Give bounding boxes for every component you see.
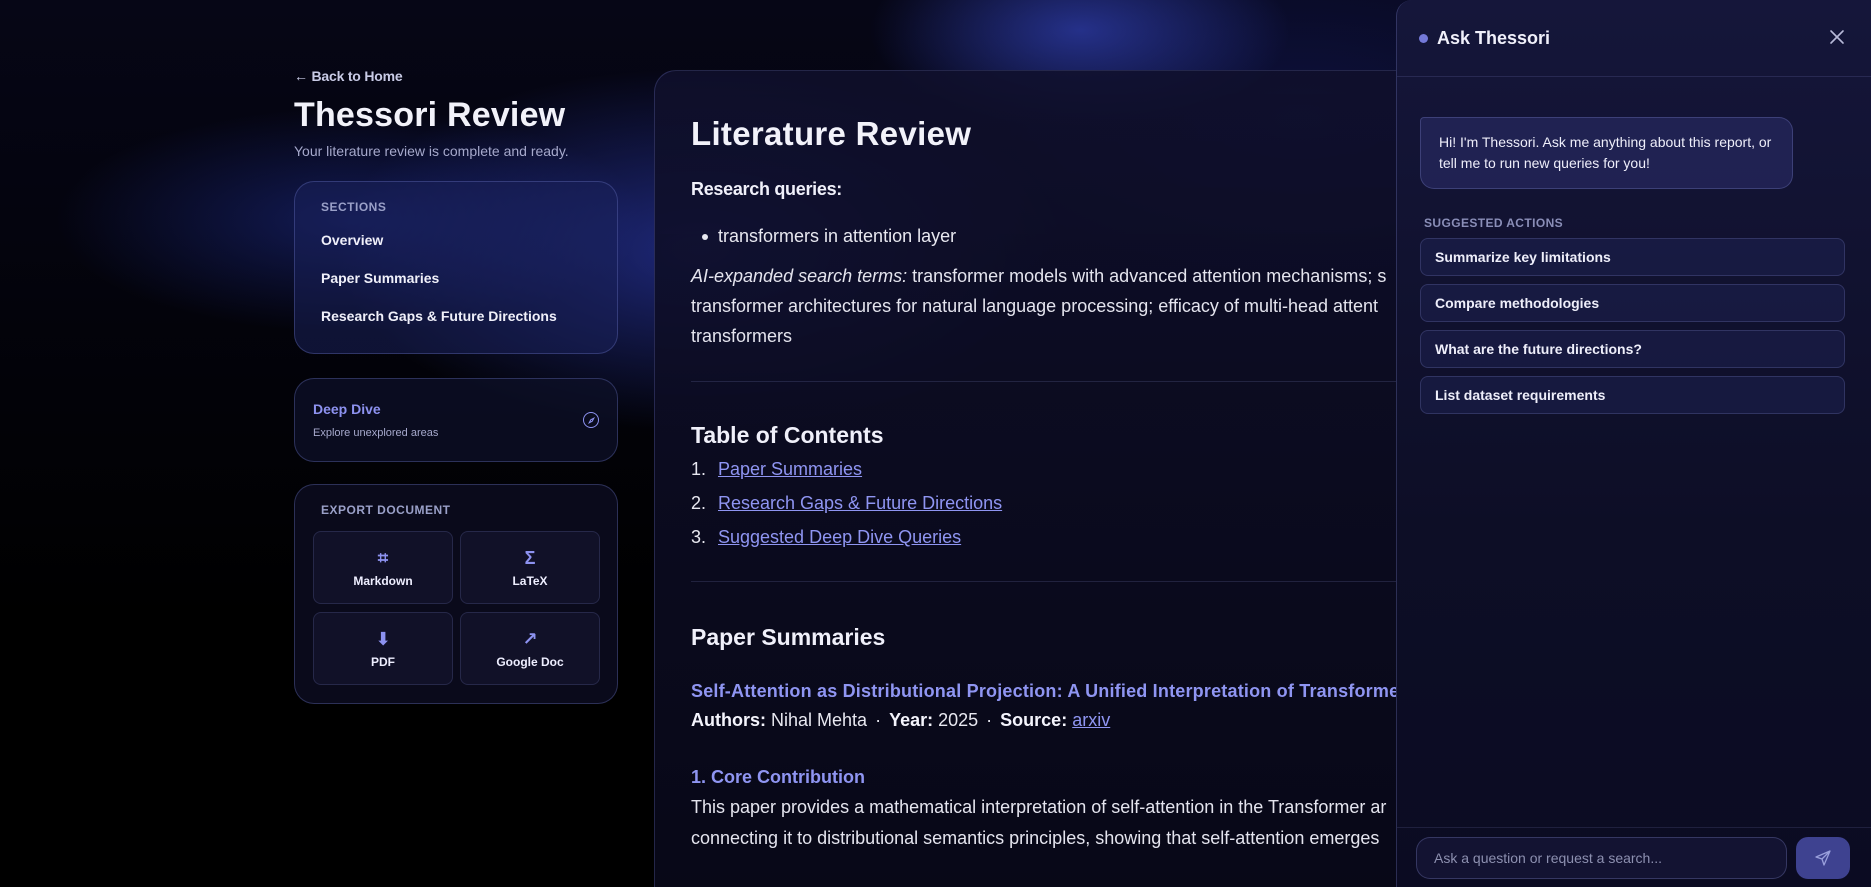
paper-title[interactable]: Self-Attention as Distributional Project… xyxy=(691,681,1413,702)
markdown-icon: ⌗ xyxy=(377,547,389,568)
external-link-icon: ↗ xyxy=(522,628,538,649)
document-title: Literature Review xyxy=(691,115,972,152)
toc-link-research-gaps[interactable]: Research Gaps & Future Directions xyxy=(718,493,1002,513)
toc-link-deep-dive-queries[interactable]: Suggested Deep Dive Queries xyxy=(718,527,961,547)
section-item-research-gaps[interactable]: Research Gaps & Future Directions xyxy=(321,304,591,328)
meta-separator: · xyxy=(986,710,993,730)
source-link[interactable]: arxiv xyxy=(1072,710,1110,730)
export-pdf-label: PDF xyxy=(371,654,395,669)
toc-item: 3. Suggested Deep Dive Queries xyxy=(691,527,1413,551)
suggested-actions-label: SUGGESTED ACTIONS xyxy=(1424,216,1564,230)
chat-title: Ask Thessori xyxy=(1437,27,1551,48)
suggestion-compare-methodologies[interactable]: Compare methodologies xyxy=(1420,284,1845,322)
send-button[interactable] xyxy=(1796,836,1850,879)
expanded-terms: AI-expanded search terms: transformer mo… xyxy=(691,261,1413,351)
section-item-paper-summaries[interactable]: Paper Summaries xyxy=(321,266,591,290)
paper-summaries-heading: Paper Summaries xyxy=(691,624,886,650)
deep-dive-subtitle: Explore unexplored areas xyxy=(313,427,439,439)
status-dot-icon xyxy=(1419,33,1428,43)
expanded-terms-label: AI-expanded search terms: xyxy=(691,266,908,286)
compass-icon xyxy=(583,412,599,428)
document-panel: Literature Review Research queries: tran… xyxy=(654,70,1414,887)
page-subtitle: Your literature review is complete and r… xyxy=(294,143,569,159)
sections-label: SECTIONS xyxy=(321,200,387,214)
expanded-terms-line2: transformer architectures for natural la… xyxy=(691,296,1379,316)
sections-card: SECTIONS Overview Paper Summaries Resear… xyxy=(294,181,618,354)
authors-label: Authors: xyxy=(691,710,766,730)
divider xyxy=(691,381,1413,382)
export-google-doc-label: Google Doc xyxy=(496,654,564,669)
assistant-message: Hi! I'm Thessori. Ask me anything about … xyxy=(1420,117,1793,189)
core-contribution-heading: 1. Core Contribution xyxy=(691,767,865,787)
year-value: 2025 xyxy=(938,710,979,730)
back-to-home-link[interactable]: ← Back to Home xyxy=(294,68,618,84)
core-contribution-text: This paper provides a mathematical inter… xyxy=(691,792,1413,854)
export-markdown-button[interactable]: ⌗ Markdown xyxy=(313,531,453,604)
source-label: Source: xyxy=(1000,710,1068,730)
divider xyxy=(691,581,1413,582)
export-google-doc-button[interactable]: ↗ Google Doc xyxy=(460,612,600,685)
toc-item: 1. Paper Summaries xyxy=(691,459,1413,483)
chat-footer xyxy=(1397,827,1871,887)
section-item-overview[interactable]: Overview xyxy=(321,228,591,252)
export-markdown-label: Markdown xyxy=(353,573,413,588)
export-latex-label: LaTeX xyxy=(512,573,548,588)
toc-number: 2. xyxy=(691,493,707,513)
chat-header: Ask Thessori xyxy=(1397,0,1871,77)
year-label: Year: xyxy=(889,710,934,730)
research-queries-label: Research queries: xyxy=(691,179,842,199)
suggestion-summarize-limitations[interactable]: Summarize key limitations xyxy=(1420,238,1845,276)
download-icon: ⬇ xyxy=(375,628,391,649)
expanded-terms-line1: transformer models with advanced attenti… xyxy=(907,266,1387,286)
suggestion-future-directions[interactable]: What are the future directions? xyxy=(1420,330,1845,368)
chat-title-wrap: Ask Thessori xyxy=(1419,28,1550,49)
expanded-terms-line3: transformers xyxy=(691,326,793,346)
meta-separator: · xyxy=(875,710,882,730)
chat-input[interactable] xyxy=(1416,836,1787,879)
export-grid: ⌗ Markdown Σ LaTeX ⬇ PDF ↗ Google Doc xyxy=(313,531,600,685)
export-latex-button[interactable]: Σ LaTeX xyxy=(460,531,600,604)
send-icon xyxy=(1815,849,1831,866)
left-sidebar: ← Back to Home Thessori Review Your lite… xyxy=(294,68,618,704)
deep-dive-title: Deep Dive xyxy=(313,401,381,417)
body-line2: connecting it to distributional semantic… xyxy=(691,828,1380,848)
toc-number: 1. xyxy=(691,459,707,479)
export-card: EXPORT DOCUMENT ⌗ Markdown Σ LaTeX ⬇ PDF… xyxy=(294,484,618,704)
toc-item: 2. Research Gaps & Future Directions xyxy=(691,493,1413,517)
export-pdf-button[interactable]: ⬇ PDF xyxy=(313,612,453,685)
page-title: Thessori Review xyxy=(294,96,566,134)
sigma-icon: Σ xyxy=(524,547,536,568)
body-line1: This paper provides a mathematical inter… xyxy=(691,797,1387,817)
toc-title: Table of Contents xyxy=(691,422,884,448)
close-icon[interactable] xyxy=(1825,27,1849,49)
chat-panel: Ask Thessori Hi! I'm Thessori. Ask me an… xyxy=(1396,0,1871,887)
suggestion-dataset-requirements[interactable]: List dataset requirements xyxy=(1420,376,1845,414)
toc-number: 3. xyxy=(691,527,707,547)
paper-meta: Authors: Nihal Mehta · Year: 2025 · Source: … xyxy=(691,710,1413,731)
authors-value: Nihal Mehta xyxy=(771,710,868,730)
query-item: transformers in attention layer xyxy=(691,226,1413,247)
toc-link-paper-summaries[interactable]: Paper Summaries xyxy=(718,459,862,479)
deep-dive-card[interactable]: Deep Dive Explore unexplored areas xyxy=(294,378,618,462)
export-label: EXPORT DOCUMENT xyxy=(321,503,451,517)
back-link-label: ← Back to Home xyxy=(294,68,403,84)
